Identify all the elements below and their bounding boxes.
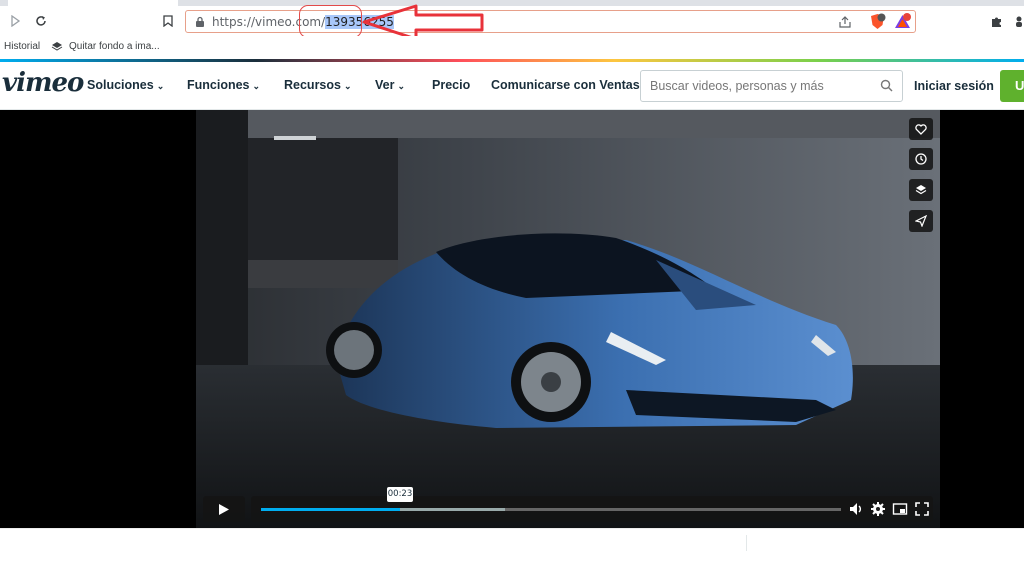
settings-gear-icon[interactable] — [870, 501, 886, 517]
search-icon[interactable] — [880, 79, 893, 92]
nav-label: Ver — [375, 78, 395, 92]
nav-funciones[interactable]: Funciones ⌄ — [187, 78, 260, 92]
chevron-down-icon: ⌄ — [156, 81, 165, 91]
nav-recursos[interactable]: Recursos ⌄ — [284, 78, 352, 92]
play-button[interactable] — [203, 496, 245, 522]
login-link[interactable]: Iniciar sesión — [914, 79, 994, 93]
video-scene-car — [196, 110, 940, 528]
player-controls — [203, 496, 933, 522]
brave-shield-icon[interactable] — [869, 13, 886, 30]
play-icon — [219, 503, 229, 515]
lock-icon — [196, 16, 204, 27]
browser-toolbar: https://vimeo.com/139356255 — [0, 6, 1024, 36]
layers-favicon-icon — [51, 42, 63, 51]
picture-in-picture-icon[interactable] — [892, 501, 908, 517]
nav-ver[interactable]: Ver ⌄ — [375, 78, 405, 92]
video-player[interactable]: 00:23 — [0, 110, 1024, 528]
nav-label: Recursos — [284, 78, 341, 92]
like-heart-icon[interactable] — [909, 118, 933, 140]
nav-label: Comunicarse con Ventas — [491, 78, 640, 92]
progress-track[interactable] — [261, 508, 841, 511]
time-tooltip: 00:23 — [387, 487, 413, 502]
progress-played — [261, 508, 401, 511]
address-bar[interactable]: https://vimeo.com/139356255 — [185, 10, 916, 33]
fullscreen-icon[interactable] — [914, 501, 930, 517]
nav-label: Soluciones — [87, 78, 154, 92]
bookmark-historial[interactable]: Historial — [4, 41, 40, 52]
vimeo-header: vimeo Soluciones ⌄ Funciones ⌄ Recursos ⌄ V… — [0, 62, 1024, 110]
share-send-icon[interactable] — [909, 210, 933, 232]
nav-label: Funciones — [187, 78, 250, 92]
nav-precio[interactable]: Precio — [432, 78, 470, 92]
join-button[interactable]: U — [1000, 70, 1024, 102]
nav-soluciones[interactable]: Soluciones ⌄ — [87, 78, 164, 92]
search-box — [640, 70, 903, 102]
divider — [746, 535, 747, 551]
search-input[interactable] — [650, 76, 875, 96]
chevron-down-icon: ⌄ — [397, 81, 406, 91]
chevron-down-icon: ⌄ — [252, 81, 261, 91]
bookmark-icon[interactable] — [159, 12, 177, 30]
annotation-highlight-circle — [299, 5, 362, 38]
watch-later-clock-icon[interactable] — [909, 148, 933, 170]
extensions-puzzle-icon[interactable] — [987, 12, 1005, 30]
volume-icon[interactable] — [848, 501, 864, 517]
reload-icon[interactable] — [32, 12, 50, 30]
video-frame[interactable] — [196, 110, 940, 528]
bookmark-quitar-fondo[interactable]: Quitar fondo a ima... — [69, 41, 160, 52]
brave-rewards-icon[interactable] — [894, 13, 911, 30]
profile-icon[interactable] — [1010, 12, 1024, 30]
bookmarks-bar: Historial Quitar fondo a ima... — [0, 36, 1024, 58]
nav-label: Precio — [432, 78, 471, 92]
collections-layers-icon[interactable] — [909, 179, 933, 201]
share-icon[interactable] — [838, 15, 852, 29]
nav-comunicarse-con-ventas[interactable]: Comunicarse con Ventas — [491, 78, 640, 92]
chevron-down-icon: ⌄ — [343, 81, 352, 91]
below-player-area — [0, 528, 1024, 561]
control-bar — [251, 496, 933, 522]
vimeo-logo[interactable]: vimeo — [2, 68, 84, 98]
forward-icon[interactable] — [6, 12, 24, 30]
